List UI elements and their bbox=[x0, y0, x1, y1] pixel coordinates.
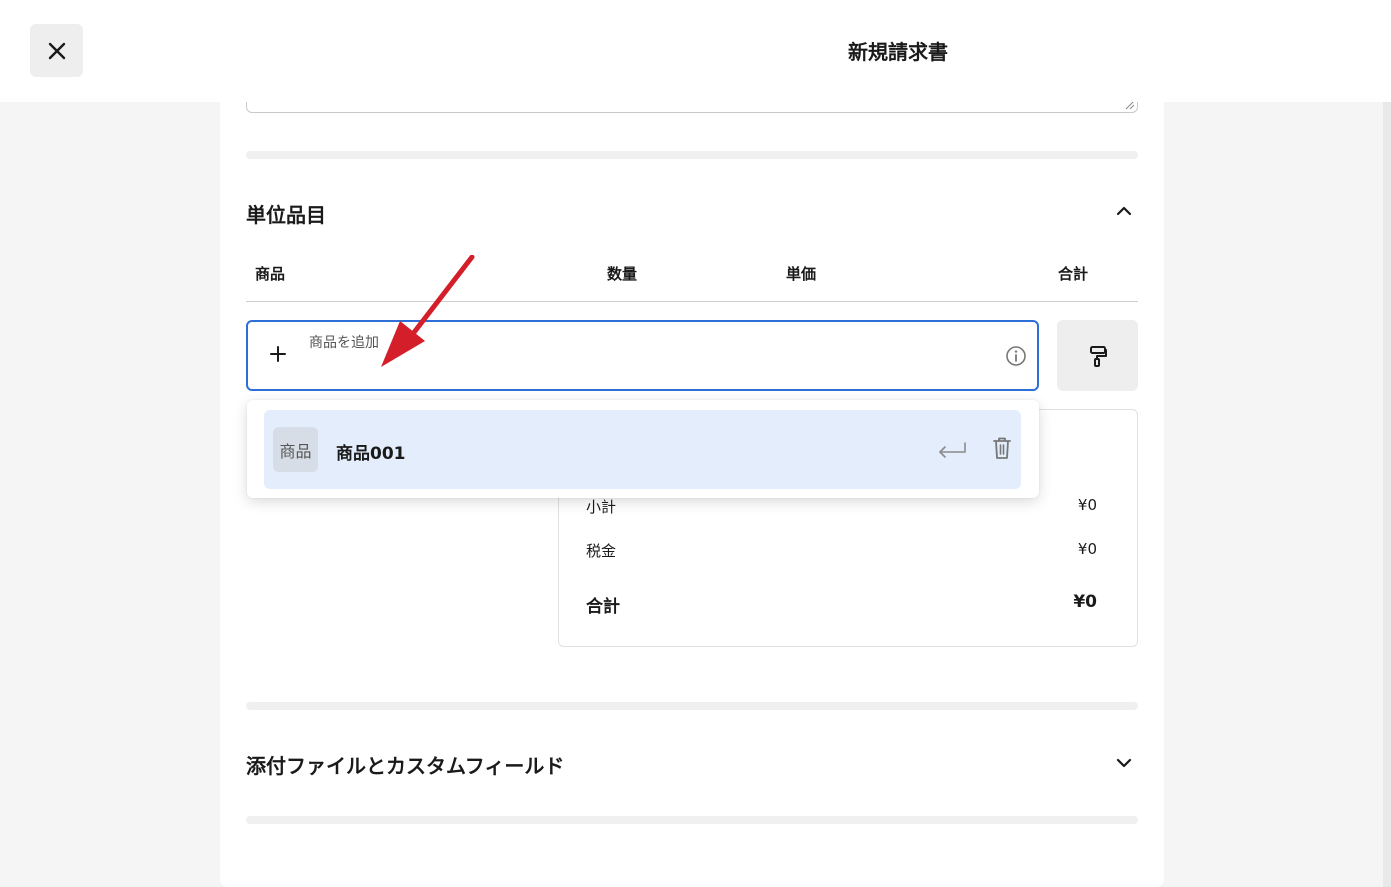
plus-icon bbox=[270, 346, 286, 362]
total-label: 合計 bbox=[586, 597, 620, 617]
trash-icon[interactable] bbox=[992, 436, 1012, 460]
product-suggestion-item[interactable]: 商品 商品001 bbox=[264, 410, 1021, 489]
page-title: 新規請求書 bbox=[848, 40, 948, 64]
section-divider bbox=[246, 151, 1138, 159]
section-divider bbox=[246, 702, 1138, 710]
subtotal-value: ¥0 bbox=[1077, 496, 1097, 514]
add-product-input[interactable]: 商品を追加 bbox=[246, 320, 1039, 391]
tax-label: 税金 bbox=[586, 542, 617, 560]
tax-value: ¥0 bbox=[1077, 540, 1097, 558]
format-button[interactable] bbox=[1057, 320, 1138, 391]
attachments-title: 添付ファイルとカスタムフィールド bbox=[246, 754, 565, 778]
total-value: ¥0 bbox=[1073, 592, 1097, 612]
enter-key-icon bbox=[939, 442, 966, 458]
chevron-down-icon bbox=[1116, 758, 1132, 768]
collapse-line-items-button[interactable] bbox=[1113, 200, 1135, 222]
line-items-title: 単位品目 bbox=[246, 203, 326, 227]
scrollbar-track[interactable] bbox=[1383, 102, 1391, 887]
section-divider bbox=[246, 816, 1138, 824]
product-suggestion-dropdown: 商品 商品001 bbox=[247, 400, 1039, 498]
top-bar: 新規請求書 bbox=[0, 0, 1391, 102]
product-name: 商品001 bbox=[336, 444, 406, 464]
close-icon bbox=[48, 42, 65, 59]
expand-attachments-button[interactable] bbox=[1113, 752, 1135, 774]
header-divider bbox=[246, 301, 1138, 302]
paint-roller-icon bbox=[1089, 345, 1107, 367]
add-product-placeholder: 商品を追加 bbox=[309, 335, 379, 351]
column-header-total: 合計 bbox=[1058, 265, 1089, 283]
column-header-product: 商品 bbox=[255, 265, 286, 283]
close-button[interactable] bbox=[30, 24, 83, 77]
chevron-up-icon bbox=[1116, 206, 1132, 216]
info-icon[interactable] bbox=[1005, 345, 1027, 367]
product-badge: 商品 bbox=[273, 427, 318, 472]
column-header-unit-price: 単価 bbox=[786, 265, 817, 283]
subtotal-label: 小計 bbox=[586, 498, 617, 516]
column-header-quantity: 数量 bbox=[607, 265, 638, 283]
